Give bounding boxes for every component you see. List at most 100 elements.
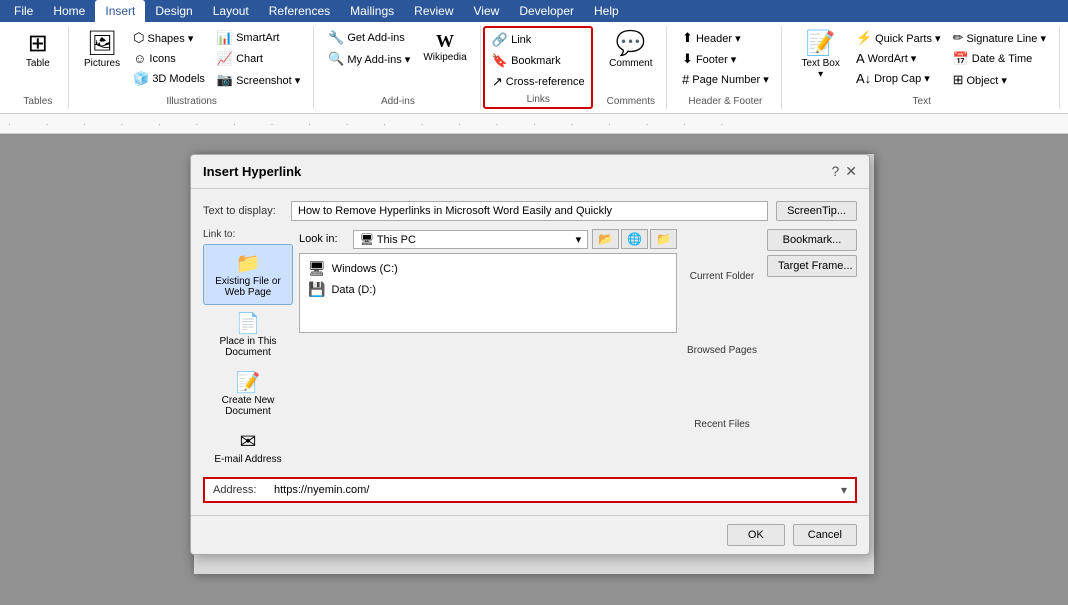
dialog-middle-area: Link to: 📁 Existing File or Web Page 📄 P…	[203, 229, 857, 471]
cross-reference-icon: ↗	[492, 74, 503, 90]
tab-review[interactable]: Review	[404, 0, 463, 22]
tab-design[interactable]: Design	[145, 0, 202, 22]
ok-button[interactable]: OK	[727, 524, 785, 546]
file-list: 🖥 Windows (C:) 💾 Data (D:)	[299, 253, 677, 333]
dialog-sidebar: Link to: 📁 Existing File or Web Page 📄 P…	[203, 229, 293, 471]
existing-file-icon: 📁	[236, 251, 261, 276]
email-address-nav[interactable]: ✉ E-mail Address	[203, 423, 293, 471]
table-button[interactable]: ⊞ Table	[16, 28, 60, 73]
tab-home[interactable]: Home	[43, 0, 95, 22]
footer-button[interactable]: ⬇ Footer ▾	[677, 49, 774, 69]
text-box-button[interactable]: 📝 Text Box ▾	[792, 28, 849, 84]
text-display-row: Text to display: ScreenTip...	[203, 201, 857, 221]
date-time-icon: 📅	[953, 51, 969, 67]
screenshot-button[interactable]: 📷 Screenshot ▾	[212, 70, 305, 90]
look-in-row: Look in: 🖥 This PC ▾ 📂 🌐 📁	[299, 229, 677, 249]
address-dropdown-icon[interactable]: ▾	[841, 483, 847, 497]
cross-reference-button[interactable]: ↗ Cross-reference	[487, 72, 590, 92]
new-folder-button[interactable]: 📁	[650, 229, 677, 249]
text-box-icon: 📝	[806, 32, 836, 56]
target-frame-button[interactable]: Target Frame...	[767, 255, 857, 277]
header-icon: ⬆	[682, 30, 693, 46]
link-button[interactable]: 🔗 Link	[487, 30, 590, 50]
comment-button[interactable]: 💬 Comment	[603, 28, 658, 73]
object-button[interactable]: ⊞ Object ▾	[948, 70, 1051, 90]
create-new-nav[interactable]: 📝 Create New Document	[203, 364, 293, 423]
page-number-button[interactable]: # Page Number ▾	[677, 70, 774, 89]
my-addins-icon: 🔍	[328, 51, 344, 67]
tab-help[interactable]: Help	[584, 0, 629, 22]
text-display-input[interactable]	[291, 201, 768, 221]
signature-line-button[interactable]: ✏ Signature Line ▾	[948, 28, 1051, 48]
tab-insert[interactable]: Insert	[95, 0, 145, 22]
close-icon[interactable]: ✕	[845, 163, 857, 180]
look-in-icons: 📂 🌐 📁	[592, 229, 677, 249]
recent-files-label[interactable]: Recent Files	[683, 415, 761, 434]
address-row: Address: ▾	[203, 477, 857, 503]
dialog-title: Insert Hyperlink	[203, 164, 301, 179]
group-tables: ⊞ Table Tables	[8, 26, 69, 109]
tab-developer[interactable]: Developer	[509, 0, 584, 22]
group-header-footer: ⬆ Header ▾ ⬇ Footer ▾ # Page Number ▾ He…	[669, 26, 782, 109]
quick-parts-button[interactable]: ⚡ Quick Parts ▾	[851, 28, 946, 48]
chart-icon: 📈	[217, 51, 233, 67]
place-icon: 📄	[236, 311, 261, 336]
get-addins-button[interactable]: 🔧 Get Add-ins	[323, 28, 415, 48]
dialog-body: Text to display: ScreenTip... Link to: 📁…	[191, 189, 869, 515]
insert-hyperlink-dialog: Insert Hyperlink ? ✕ Text to display: Sc…	[190, 154, 870, 555]
file-item-windows[interactable]: 🖥 Windows (C:)	[304, 258, 672, 279]
current-folder-label[interactable]: Current Folder	[683, 267, 761, 286]
drop-cap-button[interactable]: A↓ Drop Cap ▾	[851, 69, 946, 88]
screentip-button[interactable]: ScreenTip...	[776, 201, 857, 221]
help-icon[interactable]: ?	[831, 163, 839, 180]
group-links: 🔗 Link 🔖 Bookmark ↗ Cross-reference Link…	[483, 26, 593, 109]
3d-models-icon: 🧊	[133, 71, 149, 87]
date-time-button[interactable]: 📅 Date & Time	[948, 49, 1051, 69]
icons-button[interactable]: ☺ Icons	[128, 49, 210, 68]
wordart-button[interactable]: A WordArt ▾	[851, 49, 946, 68]
group-addins-label: Add-ins	[381, 94, 415, 107]
tab-layout[interactable]: Layout	[203, 0, 259, 22]
browsed-pages-label[interactable]: Browsed Pages	[683, 341, 761, 360]
wikipedia-icon: W	[436, 32, 454, 50]
signature-line-icon: ✏	[953, 30, 964, 46]
wordart-icon: A	[856, 51, 865, 66]
ribbon: File Home Insert Design Layout Reference…	[0, 0, 1068, 114]
smartart-button[interactable]: 📊 SmartArt	[212, 28, 305, 48]
pictures-button[interactable]: 🖼 Pictures	[78, 28, 126, 73]
bookmark-button[interactable]: 🔖 Bookmark	[487, 51, 590, 71]
ribbon-tab-bar: File Home Insert Design Layout Reference…	[0, 0, 1068, 22]
group-addins: 🔧 Get Add-ins 🔍 My Add-ins ▾ W Wikipedia…	[316, 26, 482, 109]
ruler-bar: · · · · · · · · · · · · · · · · · · · ·	[8, 114, 1060, 133]
address-input[interactable]	[274, 484, 835, 496]
cancel-button[interactable]: Cancel	[793, 524, 857, 546]
file-item-data[interactable]: 💾 Data (D:)	[304, 279, 672, 300]
group-illustrations-label: Illustrations	[166, 94, 217, 107]
wikipedia-button[interactable]: W Wikipedia	[417, 28, 472, 67]
existing-file-nav[interactable]: 📁 Existing File or Web Page	[203, 244, 293, 305]
page-number-icon: #	[682, 72, 689, 87]
place-in-document-nav[interactable]: 📄 Place in This Document	[203, 305, 293, 364]
dialog-filter-labels: Current Folder Browsed Pages Recent File…	[683, 229, 761, 471]
shapes-button[interactable]: ⬡ Shapes ▾	[128, 28, 210, 48]
smartart-icon: 📊	[217, 30, 233, 46]
dialog-title-icons: ? ✕	[831, 163, 857, 180]
3d-models-button[interactable]: 🧊 3D Models	[128, 69, 210, 89]
pictures-icon: 🖼	[87, 32, 117, 56]
bookmark-action-button[interactable]: Bookmark...	[767, 229, 857, 251]
my-addins-button[interactable]: 🔍 My Add-ins ▾	[323, 49, 415, 69]
folder-up-button[interactable]: 📂	[592, 229, 619, 249]
browse-web-button[interactable]: 🌐	[621, 229, 648, 249]
tab-mailings[interactable]: Mailings	[340, 0, 404, 22]
tab-view[interactable]: View	[464, 0, 510, 22]
link-icon: 🔗	[492, 32, 508, 48]
header-button[interactable]: ⬆ Header ▾	[677, 28, 774, 48]
look-in-select[interactable]: 🖥 This PC ▾	[353, 230, 588, 249]
tab-file[interactable]: File	[4, 0, 43, 22]
tab-references[interactable]: References	[259, 0, 340, 22]
drop-cap-icon: A↓	[856, 71, 871, 86]
link-to-label: Link to:	[203, 229, 293, 240]
shapes-icon: ⬡	[133, 30, 144, 46]
chart-button[interactable]: 📈 Chart	[212, 49, 305, 69]
ribbon-body: ⊞ Table Tables 🖼 Pictures ⬡ Shapes ▾	[0, 22, 1068, 114]
